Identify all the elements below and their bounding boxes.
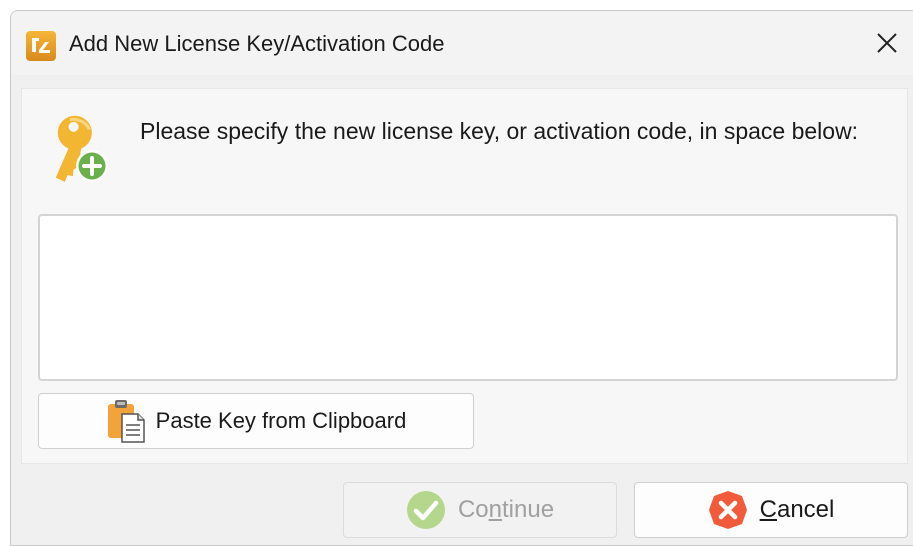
close-button[interactable] <box>856 11 913 75</box>
app-logo-icon <box>26 31 56 61</box>
key-add-icon <box>55 115 108 182</box>
license-key-input[interactable] <box>38 214 898 381</box>
close-icon <box>877 33 897 53</box>
instructions-text: Please specify the new license key, or a… <box>140 118 859 144</box>
dialog-window: Add New License Key/Activation Code Plea… <box>10 10 913 546</box>
title-bar: Add New License Key/Activation Code <box>11 11 913 75</box>
check-circle-icon <box>406 491 445 529</box>
paste-key-label: Paste Key from Clipboard <box>155 408 407 433</box>
cancel-label: Cancel <box>759 496 835 523</box>
cancel-button[interactable]: Cancel <box>634 482 908 538</box>
clipboard-icon <box>107 400 145 443</box>
x-circle-icon <box>708 491 747 529</box>
content-panel: Please specify the new license key, or a… <box>21 88 908 464</box>
continue-label: Continue <box>457 496 555 523</box>
window-title: Add New License Key/Activation Code <box>69 31 445 56</box>
paste-key-button[interactable]: Paste Key from Clipboard <box>38 393 474 449</box>
continue-button[interactable]: Continue <box>343 482 617 538</box>
